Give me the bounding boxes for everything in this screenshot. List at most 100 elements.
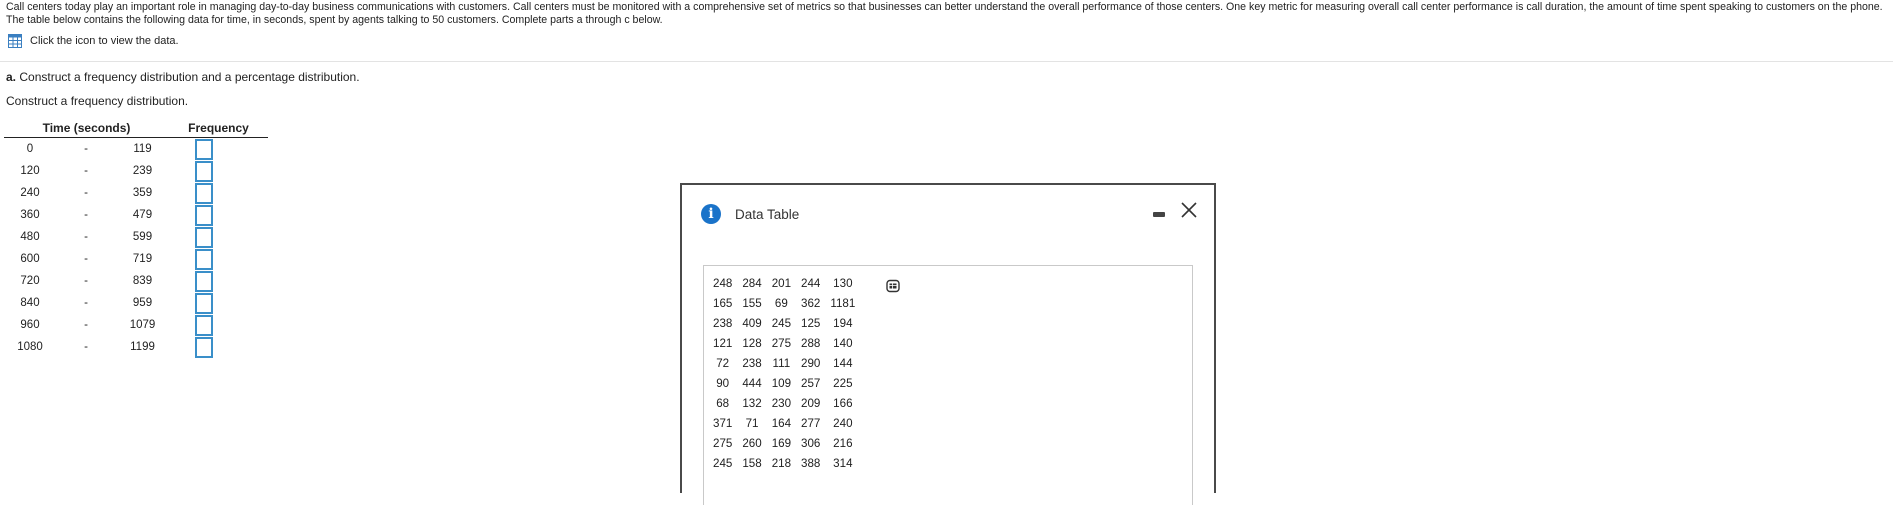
frequency-input[interactable] [195,204,213,226]
data-cell: 314 [833,456,853,470]
data-cell: 194 [833,316,853,330]
class-lower-limit: 720 [20,275,40,287]
frequency-column-header: Frequency [169,120,268,138]
view-data-label[interactable]: Click the icon to view the data. [30,35,179,47]
view-data-link[interactable]: Click the icon to view the data. [8,34,179,48]
class-upper-limit: 1199 [130,341,155,353]
data-cell: 230 [771,396,792,410]
section-divider [0,61,1893,62]
data-cell: 201 [771,276,792,290]
class-separator: - [84,231,88,243]
class-separator: - [84,253,88,265]
data-cell: 1181 [830,296,856,310]
dialog-header: i Data Table [701,204,799,224]
class-separator: - [84,165,88,177]
data-cell: 288 [801,336,821,350]
data-values-body: 248 284 201 244 130 165 155 69 362 1181 238 409 245 1… [713,273,860,473]
data-values-table: 248 284 201 244 130 165 155 69 362 1181 238 409 245 1… [713,273,860,473]
frequency-input[interactable] [195,160,213,182]
close-icon[interactable] [1179,200,1199,220]
class-lower-limit: 0 [26,143,34,155]
frequency-input[interactable] [195,248,213,270]
time-column-header: Time (seconds) [4,120,169,138]
class-lower-limit: 120 [20,165,40,177]
frequency-input[interactable] [195,336,213,358]
data-cell: 111 [772,356,791,370]
data-cell: 121 [713,336,733,350]
part-a-label: a. [6,70,17,84]
frequency-row: 720 - 839 [4,270,268,292]
class-separator: - [84,319,88,331]
data-cell: 277 [801,416,821,430]
class-upper-limit: 119 [133,143,152,155]
frequency-row: 1080 - 1199 [4,336,268,358]
data-cell: 158 [742,456,762,470]
data-cell: 216 [833,436,853,450]
class-lower-limit: 480 [20,231,40,243]
frequency-row: 600 - 719 [4,248,268,270]
data-cell: 260 [742,436,762,450]
data-cell: 209 [801,396,821,410]
class-upper-limit: 239 [132,165,153,177]
data-cell: 169 [771,436,792,450]
class-lower-limit: 1080 [17,341,43,353]
info-icon: i [701,204,721,224]
minimize-button[interactable] [1153,212,1165,217]
frequency-input[interactable] [195,226,213,248]
data-cell: 444 [742,376,762,390]
class-separator: - [84,341,88,353]
data-cell: 362 [801,296,821,310]
data-row: 68 132 230 209 166 [713,393,860,413]
part-a-text: Construct a frequency distribution and a… [19,70,360,84]
data-cell: 245 [713,456,733,470]
data-cell: 125 [801,316,821,330]
data-cell: 409 [742,316,762,330]
data-cell: 128 [742,336,762,350]
copy-icon[interactable] [886,279,900,293]
frequency-row: 0 - 119 [4,138,268,161]
data-row: 275 260 169 306 216 [713,433,860,453]
data-cell: 164 [771,416,792,430]
class-upper-limit: 479 [132,209,153,221]
frequency-input[interactable] [195,314,213,336]
data-cell: 257 [801,376,821,390]
class-separator: - [84,275,88,287]
data-cell: 72 [716,356,730,370]
data-cell: 371 [713,416,733,430]
data-cell: 240 [833,416,853,430]
class-separator: - [84,297,88,309]
class-upper-limit: 839 [132,275,153,287]
table-icon[interactable] [8,34,22,48]
data-cell: 166 [833,396,853,410]
data-cell: 248 [713,276,733,290]
data-cell: 68 [716,396,730,410]
data-cell: 130 [833,276,853,290]
class-lower-limit: 360 [20,209,40,221]
data-cell: 69 [774,296,788,310]
frequency-input[interactable] [195,182,213,204]
class-upper-limit: 719 [132,253,153,265]
data-cell: 306 [801,436,821,450]
frequency-row: 240 - 359 [4,182,268,204]
frequency-row: 360 - 479 [4,204,268,226]
class-upper-limit: 959 [132,297,153,309]
data-cell: 132 [742,396,762,410]
data-cell: 275 [713,436,733,450]
frequency-input[interactable] [195,270,213,292]
data-cell: 165 [713,296,733,310]
data-cell: 218 [771,456,792,470]
frequency-row: 960 - 1079 [4,314,268,336]
frequency-input[interactable] [195,292,213,314]
frequency-input[interactable] [195,138,213,160]
data-row: 245 158 218 388 314 [713,453,860,473]
frequency-table: Time (seconds) Frequency 0 - 119 120 - 239 240… [4,120,268,358]
data-row: 238 409 245 125 194 [713,313,860,333]
data-cell: 244 [801,276,821,290]
data-cell: 140 [833,336,853,350]
class-lower-limit: 240 [20,187,40,199]
problem-statement: Call centers today play an important rol… [6,1,1883,26]
class-lower-limit: 840 [20,297,40,309]
data-cell: 144 [833,356,853,370]
part-a-instruction: Construct a frequency distribution. [6,94,189,108]
data-row: 248 284 201 244 130 [713,273,860,293]
